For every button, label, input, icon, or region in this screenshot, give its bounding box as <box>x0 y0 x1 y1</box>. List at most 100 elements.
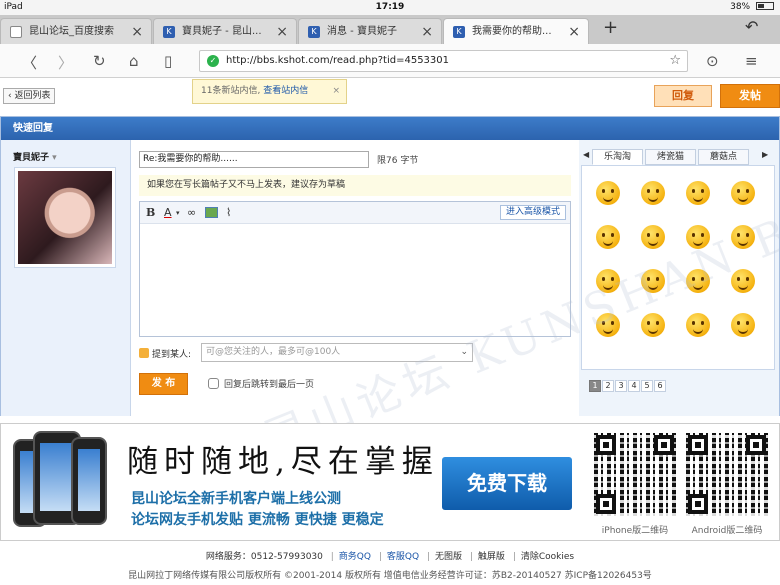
phones-image <box>13 431 113 531</box>
smiley-page-button[interactable]: 3 <box>615 380 627 392</box>
free-download-button[interactable]: 免费下载 <box>442 457 572 510</box>
address-bar[interactable]: ✓ http://bbs.kshot.com/read.php?tid=4553… <box>199 50 688 72</box>
tab-messages[interactable]: K 消息 - 寶貝妮子 × <box>298 18 442 44</box>
username[interactable]: 寶貝妮子 ▾ <box>13 150 57 163</box>
tab-baidu[interactable]: 昆山论坛_百度搜索 × <box>0 18 152 44</box>
footer-link-text-version[interactable]: 无图版 <box>435 552 462 562</box>
view-messages-link[interactable]: 查看站内信 <box>263 86 308 96</box>
bookmark-star-icon[interactable]: ☆ <box>669 53 681 68</box>
chevron-down-icon[interactable]: ▾ <box>176 209 180 217</box>
advanced-mode-button[interactable]: 进入高级模式 <box>499 205 566 220</box>
smiley-icon[interactable] <box>596 181 620 205</box>
smiley-page-button[interactable]: 2 <box>602 380 614 392</box>
smiley-icon[interactable] <box>731 181 755 205</box>
smiley-page-button[interactable]: 6 <box>654 380 666 392</box>
smiley-icon[interactable] <box>641 269 665 293</box>
back-arrow-icon[interactable]: 〈 <box>22 52 37 73</box>
menu-icon[interactable]: ≡ <box>745 52 758 70</box>
mention-input[interactable]: 可@您关注的人，最多可@100人 ⌄ <box>201 343 473 362</box>
page-content: ‹ 返回列表 11条新站内信, 查看站内信 × 回复 发帖 快速回复 寶貝妮子 … <box>0 79 780 585</box>
page-icon <box>10 26 22 38</box>
smiley-grid <box>581 165 775 370</box>
android-qr-code <box>686 433 768 516</box>
smiley-icon[interactable] <box>731 269 755 293</box>
footer-link-support-qq[interactable]: 客服QQ <box>387 552 419 562</box>
jump-to-last-checkbox[interactable]: 回复后跳转到最后一页 <box>208 377 314 390</box>
forward-arrow-icon[interactable]: 〉 <box>58 52 73 73</box>
smiley-icon[interactable] <box>686 181 710 205</box>
back-to-list-button[interactable]: ‹ 返回列表 <box>3 88 56 104</box>
close-icon[interactable]: × <box>332 80 340 103</box>
checkbox-icon <box>208 378 219 389</box>
close-icon[interactable]: × <box>276 19 288 44</box>
tab-title: 我需要你的帮助... <box>472 26 552 37</box>
banner-line-1: 昆山论坛全新手机客户端上线公测 <box>131 491 341 507</box>
smiley-page-button[interactable]: 5 <box>641 380 653 392</box>
footer-link-touch-version[interactable]: 触屏版 <box>478 552 505 562</box>
undo-arrow-icon[interactable]: ↶ <box>745 17 758 36</box>
smiley-icon[interactable] <box>641 313 665 337</box>
chevron-double-down-icon[interactable]: ⌄ <box>460 344 468 361</box>
smiley-icon[interactable] <box>686 313 710 337</box>
reload-icon[interactable]: ↻ <box>93 52 106 70</box>
link-icon[interactable]: ∞ <box>187 206 196 219</box>
arrow-left-icon[interactable]: ◀ <box>583 150 589 159</box>
tab-smiley-set-1[interactable]: 乐淘淘 <box>592 149 643 165</box>
home-icon[interactable]: ⌂ <box>129 52 139 70</box>
tab-current-thread[interactable]: K 我需要你的帮助... × <box>443 18 589 44</box>
close-icon[interactable]: × <box>568 19 580 44</box>
android-qr-label: Android版二维码 <box>691 526 763 536</box>
url-text: http://bbs.kshot.com/read.php?tid=455330… <box>226 55 450 66</box>
rich-text-editor[interactable]: B A ▾ ∞ ⌇ 进入高级模式 <box>139 201 571 337</box>
close-icon[interactable]: × <box>131 19 143 44</box>
banner-slogan: 随时随地,尽在掌握 <box>127 444 439 480</box>
smiley-icon[interactable] <box>641 181 665 205</box>
reply-title-input[interactable]: Re:我需要你的帮助...... <box>139 151 369 168</box>
new-post-button[interactable]: 发帖 <box>720 84 780 108</box>
footer-link-clear-cookies[interactable]: 清除Cookies <box>521 552 574 562</box>
footer-copyright: 昆山网拉丁网络传媒有限公司版权所有 ©2001-2014 版权所有 增值电信业务… <box>128 571 652 581</box>
bookmarks-icon[interactable]: ▯ <box>164 52 172 70</box>
service-label: 网络服务： <box>205 552 251 562</box>
reply-button[interactable]: 回复 <box>654 85 712 107</box>
chevron-down-icon: ▾ <box>52 153 57 163</box>
service-phone: 0512-57993030 <box>250 552 323 562</box>
navigation-bar: 〈 〉 ↻ ⌂ ▯ ✓ http://bbs.kshot.com/read.ph… <box>0 44 780 78</box>
smiley-page-button[interactable]: 1 <box>589 380 601 392</box>
font-color-icon[interactable]: A <box>164 206 172 219</box>
footer-link-business-qq[interactable]: 商务QQ <box>339 552 371 562</box>
image-icon[interactable] <box>205 207 218 218</box>
tab-smiley-set-2[interactable]: 烤瓷猫 <box>645 149 696 165</box>
smiley-icon[interactable] <box>641 225 665 249</box>
smiley-icon[interactable] <box>731 313 755 337</box>
play-circle-icon[interactable]: ⊙ <box>706 52 719 70</box>
quick-reply-section: 快速回复 寶貝妮子 ▾ Re:我需要你的帮助...... 限76 字节 如果您在… <box>0 116 780 467</box>
smiley-icon[interactable] <box>596 269 620 293</box>
submit-button[interactable]: 发 布 <box>139 373 188 395</box>
attachment-icon[interactable]: ⌇ <box>226 206 231 219</box>
tab-title: 昆山论坛_百度搜索 <box>29 26 114 37</box>
smiley-icon[interactable] <box>731 225 755 249</box>
mention-label: 提到某人: <box>139 347 191 360</box>
smiley-icon[interactable] <box>686 225 710 249</box>
tab-profile[interactable]: K 寶貝妮子 - 昆山... × <box>153 18 297 44</box>
title-length-limit: 限76 字节 <box>377 156 419 166</box>
tab-smiley-set-3[interactable]: 蘑菇点 <box>698 149 749 165</box>
arrow-right-icon[interactable]: ▶ <box>762 150 768 159</box>
smiley-icon[interactable] <box>686 269 710 293</box>
footer-links: 网络服务：0512-57993030 | 商务QQ | 客服QQ | 无图版 | 触屏版… <box>205 552 575 562</box>
new-tab-plus-icon[interactable]: + <box>603 17 618 38</box>
clock: 17:19 <box>375 2 405 12</box>
avatar[interactable] <box>14 167 116 268</box>
banner-line-2: 论坛网友手机发贴 更流畅 更快捷 更稳定 <box>131 512 384 528</box>
reply-form: Re:我需要你的帮助...... 限76 字节 如果您在写长篇帖子又不马上发表，… <box>131 140 579 416</box>
editor-toolbar: B A ▾ ∞ ⌇ 进入高级模式 <box>140 202 570 224</box>
smiley-page-button[interactable]: 4 <box>628 380 640 392</box>
smiley-icon[interactable] <box>596 313 620 337</box>
smiley-icon[interactable] <box>596 225 620 249</box>
status-bar: iPad 17:19 38% <box>0 0 780 15</box>
bold-icon[interactable]: B <box>146 206 155 219</box>
close-icon[interactable]: × <box>421 19 433 44</box>
tab-title: 消息 - 寶貝妮子 <box>327 26 397 37</box>
notice-text: 11条新站内信, <box>201 86 261 96</box>
